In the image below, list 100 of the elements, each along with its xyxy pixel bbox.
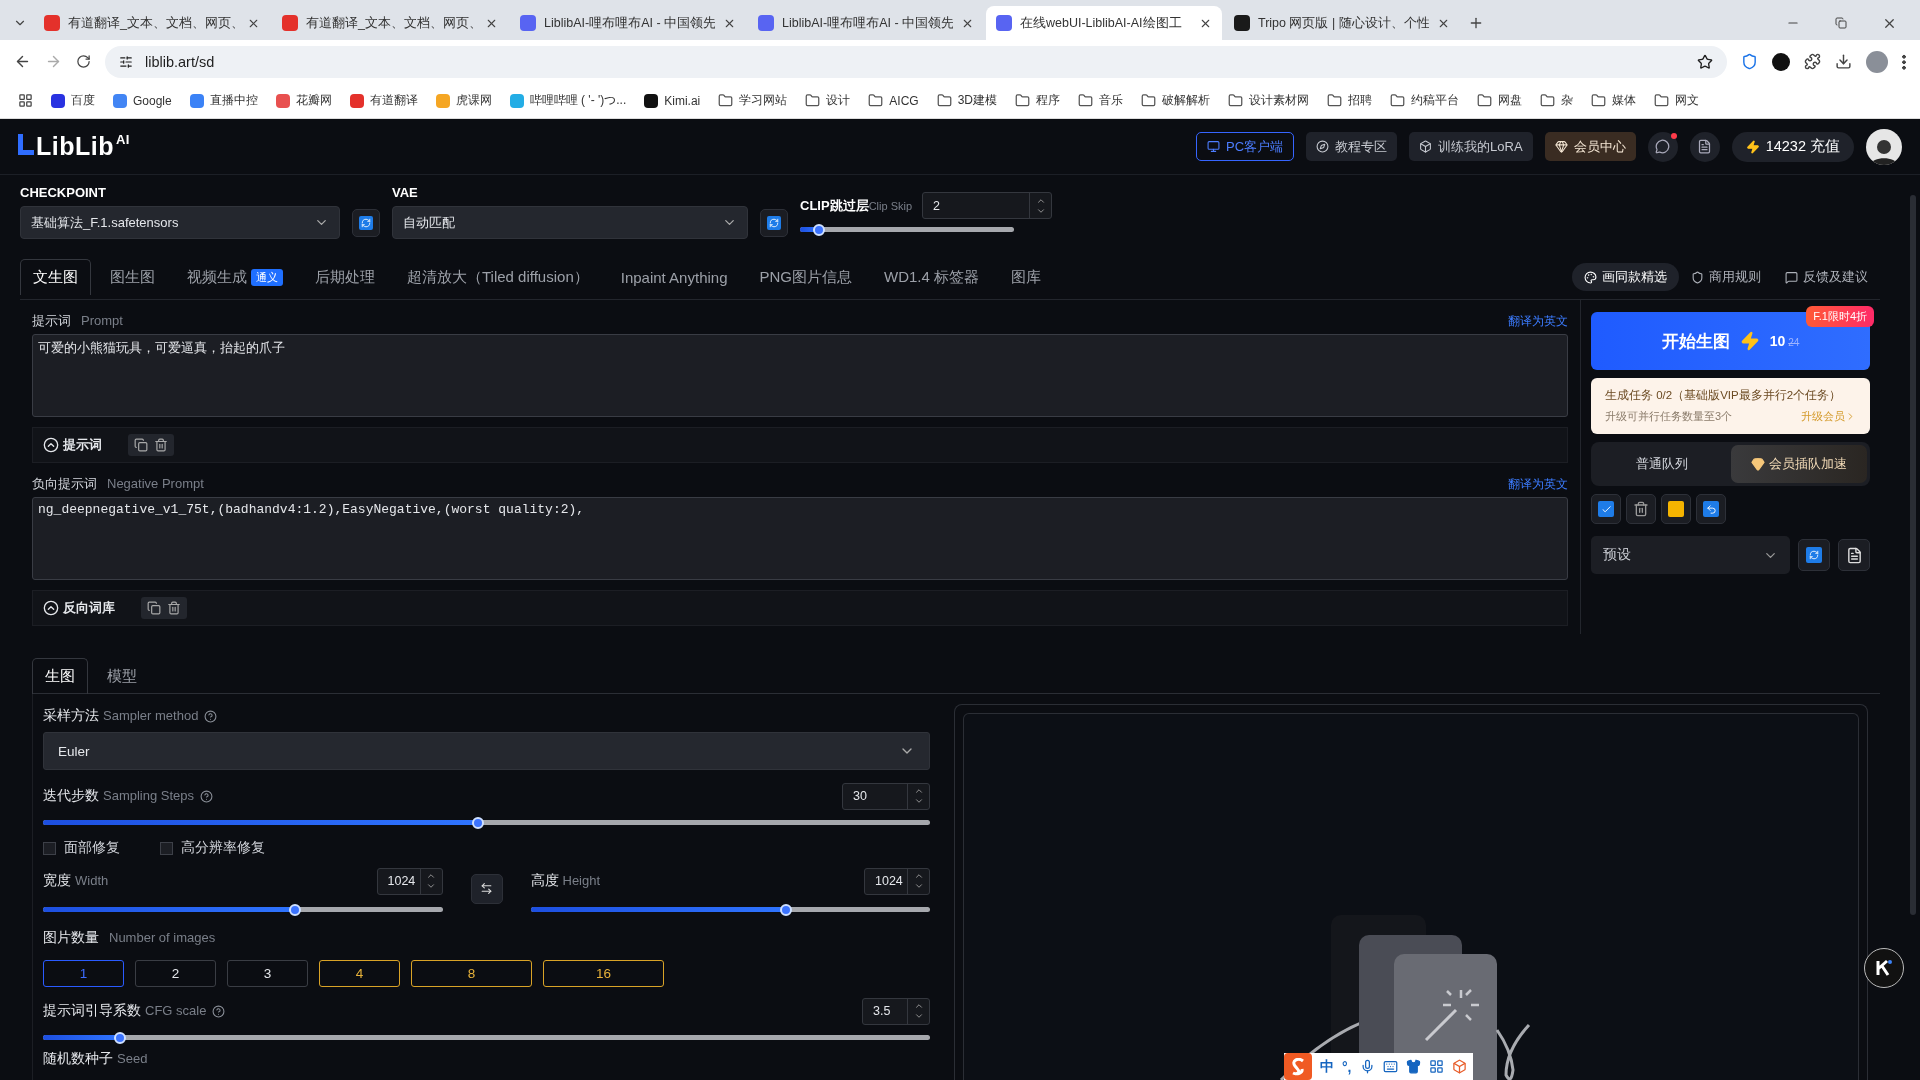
top-link[interactable]: 画同款精选	[1572, 263, 1679, 291]
browser-tab[interactable]: 在线webUI-LiblibAI-AI绘图工	[986, 6, 1222, 40]
slider-thumb[interactable]	[780, 903, 793, 916]
main-tab[interactable]: 文生图	[20, 259, 91, 295]
new-tab-icon[interactable]	[1468, 15, 1484, 31]
main-tab[interactable]: 后期处理	[302, 259, 388, 295]
assistant-button[interactable]	[1864, 948, 1904, 988]
count-option[interactable]: 3	[227, 960, 308, 987]
number-field[interactable]: 30	[842, 782, 930, 810]
reload-icon[interactable]	[76, 54, 91, 69]
bookmark[interactable]: 音乐	[1078, 92, 1123, 109]
slider-thumb[interactable]	[288, 903, 301, 916]
main-tab[interactable]: 图生图	[97, 259, 168, 295]
sub-tab[interactable]: 模型	[94, 658, 150, 694]
number-field[interactable]: 2	[922, 192, 1053, 219]
number-field[interactable]: 1024	[376, 867, 443, 895]
browser-tab[interactable]: LiblibAI-哩布哩布AI - 中国领先	[748, 6, 984, 40]
menu-icon[interactable]	[1902, 53, 1906, 70]
undo-button[interactable]	[1696, 494, 1726, 524]
main-tab[interactable]: 视频生成 通义	[174, 259, 296, 295]
collapse-button[interactable]: 提示词	[43, 436, 102, 454]
ime-mode[interactable]: 中	[1320, 1057, 1334, 1076]
help-icon[interactable]	[200, 789, 214, 803]
collapse-button[interactable]: 反向词库	[43, 599, 115, 617]
checkbox-label[interactable]: 高分辨率修复	[160, 839, 265, 857]
message-button[interactable]	[1647, 131, 1678, 162]
prompt-field[interactable]: 可爱的小熊猫玩具，可爱逼真，抬起的爪子	[32, 334, 1568, 417]
bookmark[interactable]: 直播中控	[189, 92, 258, 109]
chevron-down-icon[interactable]	[913, 881, 924, 891]
bookmark[interactable]: 花瓣网	[275, 92, 332, 109]
browser-tab[interactable]: 有道翻译_文本、文档、网页、	[34, 6, 270, 40]
chevron-up-icon[interactable]	[913, 786, 924, 796]
checkbox[interactable]	[160, 841, 173, 855]
translate-link[interactable]: 翻译为英文	[1508, 476, 1568, 492]
bookmark[interactable]: Google	[113, 93, 172, 108]
browser-tab[interactable]: LiblibAI-哩布哩布AI - 中国领先	[510, 6, 746, 40]
header-button[interactable]: PC客户端	[1196, 132, 1295, 161]
chevron-down-icon[interactable]	[426, 881, 436, 891]
swap-button[interactable]	[470, 873, 503, 904]
main-tab[interactable]: 图库	[998, 259, 1055, 295]
bookmark[interactable]: 哔哩哔哩 ( '- ')つ...	[509, 92, 627, 109]
grid-icon[interactable]	[1428, 1059, 1444, 1074]
queue-toggle[interactable]: 普通队列	[1594, 445, 1731, 483]
trash-button[interactable]	[1626, 494, 1656, 524]
trash-icon[interactable]	[154, 438, 168, 452]
scrollbar[interactable]	[1910, 195, 1916, 915]
header-button[interactable]: 教程专区	[1306, 132, 1398, 161]
count-option[interactable]: 1	[43, 960, 124, 987]
bookmark[interactable]: 约稿平台	[1390, 92, 1459, 109]
number-field[interactable]: 1024	[864, 867, 930, 895]
sub-tab[interactable]: 生图	[32, 658, 88, 694]
slider-thumb[interactable]	[114, 1031, 127, 1044]
count-option[interactable]: 4	[319, 960, 400, 987]
checkbox[interactable]	[43, 841, 56, 855]
chevron-down-icon[interactable]	[913, 796, 924, 806]
help-icon[interactable]	[212, 1004, 226, 1018]
queue-toggle[interactable]: 会员插队加速	[1730, 445, 1867, 483]
bookmark[interactable]: 网盘	[1477, 92, 1522, 109]
apps-icon[interactable]	[18, 93, 33, 108]
back-icon[interactable]	[14, 53, 31, 70]
count-option[interactable]: 8	[411, 960, 532, 987]
chevron-up-icon[interactable]	[426, 871, 436, 881]
preset-select[interactable]: 预设	[1591, 536, 1790, 574]
help-icon[interactable]	[204, 709, 218, 723]
restore-icon[interactable]	[1835, 17, 1847, 29]
bookmark[interactable]: 学习网站	[718, 92, 788, 109]
shirt-icon[interactable]	[1405, 1059, 1421, 1074]
profile-avatar[interactable]	[1866, 50, 1888, 73]
bookmark[interactable]: 虎课网	[435, 92, 492, 109]
extension-icon[interactable]	[1772, 52, 1790, 71]
checkpoint-select[interactable]: 基础算法_F.1.safetensors	[20, 206, 340, 239]
keyboard-icon[interactable]	[1382, 1059, 1398, 1074]
logo[interactable]: LibLib$^{AI}$	[16, 132, 130, 161]
microphone-icon[interactable]	[1359, 1059, 1375, 1074]
style-button[interactable]	[1661, 494, 1691, 524]
header-button[interactable]: 训练我的LoRA	[1409, 132, 1533, 161]
bookmark[interactable]: 百度	[51, 92, 95, 109]
address-bar[interactable]: liblib.art/sd	[105, 45, 1727, 78]
sampler-select[interactable]: Euler	[43, 732, 930, 770]
main-tab[interactable]: 超清放大（Tiled diffusion）	[394, 259, 602, 295]
download-icon[interactable]	[1835, 53, 1852, 70]
translate-link[interactable]: 翻译为英文	[1508, 313, 1568, 329]
trash-icon[interactable]	[167, 601, 181, 615]
prompt-field[interactable]: ng_deepnegative_v1_75t,(badhandv4:1.2),EasyNegative,(worst quality:2),	[32, 497, 1568, 580]
bookmark[interactable]: Kimi.ai	[644, 93, 701, 108]
bookmark[interactable]: 3D建模	[936, 92, 997, 109]
slider-thumb[interactable]	[813, 223, 826, 236]
number-field[interactable]: 3.5	[862, 997, 930, 1025]
file-button[interactable]	[1689, 131, 1720, 162]
main-tab[interactable]: WD1.4 标签器	[871, 259, 993, 295]
header-button[interactable]: 会员中心	[1544, 132, 1636, 161]
star-icon[interactable]	[1697, 53, 1713, 70]
browser-tab[interactable]: Tripo 网页版 | 随心设计、个性	[1224, 6, 1460, 40]
browser-tab[interactable]: 有道翻译_文本、文档、网页、	[272, 6, 508, 40]
recharge-button[interactable]: 14232 充值	[1731, 131, 1854, 162]
bookmark[interactable]: 破解解析	[1141, 92, 1210, 109]
top-link[interactable]: 反馈及建议	[1773, 263, 1880, 291]
top-link[interactable]: 商用规则	[1679, 263, 1773, 291]
copy-icon[interactable]	[134, 438, 148, 452]
count-option[interactable]: 2	[135, 960, 216, 987]
